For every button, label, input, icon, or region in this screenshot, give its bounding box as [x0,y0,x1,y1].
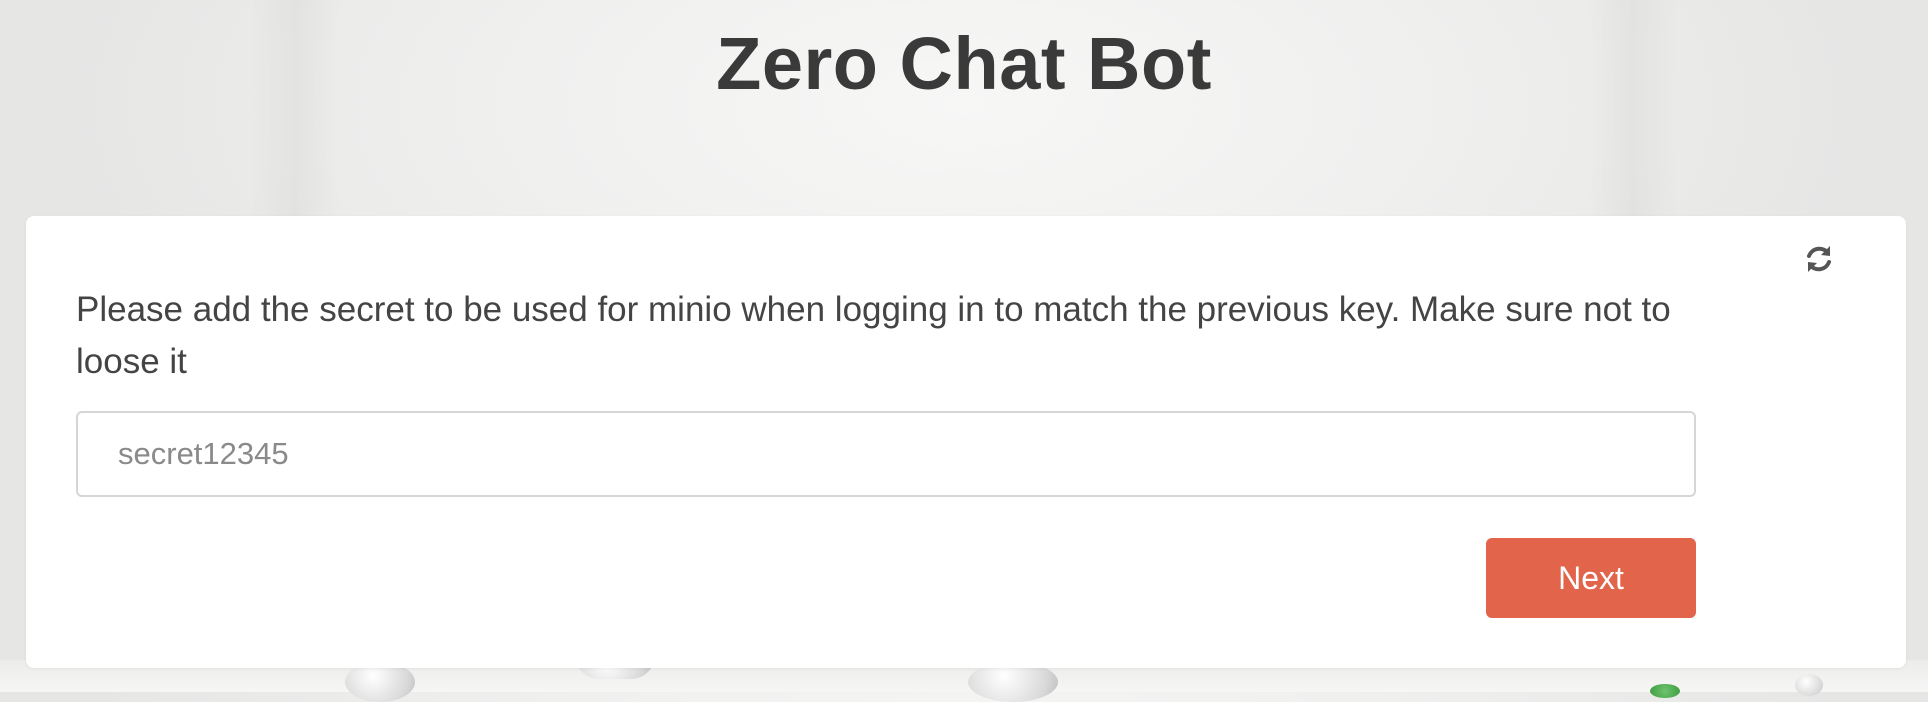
minio-secret-input[interactable] [76,411,1696,497]
background-decoration [1650,684,1680,698]
next-button[interactable]: Next [1486,538,1696,618]
background-decoration [1795,674,1823,696]
setup-prompt: Please add the secret to be used for min… [76,290,1671,381]
page-title: Zero Chat Bot [716,22,1212,105]
background-decoration [345,662,415,702]
refresh-button[interactable] [1796,236,1842,282]
background-decoration [968,662,1058,702]
refresh-icon [1807,246,1831,272]
setup-card: Please add the secret to be used for min… [26,216,1906,668]
